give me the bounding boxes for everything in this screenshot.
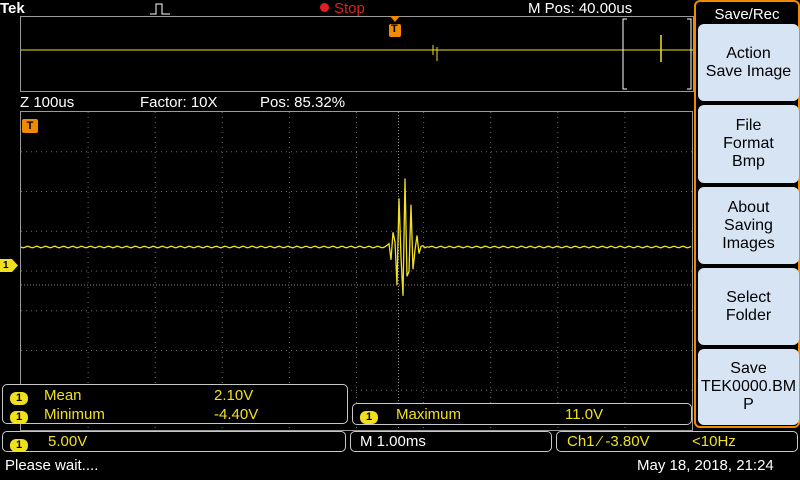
measurement-mean-badge: 1 [10, 388, 29, 406]
measurement-minimum-badge: 1 [10, 407, 29, 425]
zoom-position: Pos: 85.32% [260, 94, 346, 111]
channel-scale-badge: 1 [10, 435, 29, 453]
measurement-maximum-label: Maximum [396, 406, 462, 423]
trigger-marker-icon: T [22, 119, 38, 133]
measurement-maximum-badge: 1 [360, 407, 379, 425]
zoom-factor: Factor: 10X [140, 94, 218, 111]
record-overview [20, 16, 694, 92]
side-menu-title: Save/Rec [714, 6, 780, 23]
trigger-frequency: <10Hz [692, 433, 736, 450]
date-time: May 18, 2018, 21:24 [637, 457, 774, 474]
measurement-minimum-value: -4.40V [214, 406, 259, 423]
select-folder-button[interactable]: Select Folder [698, 268, 799, 345]
horizontal-position: M Pos: 40.00us [528, 0, 633, 17]
zoom-scale: Z 100us [20, 94, 75, 111]
brand-logo: Tek [0, 0, 25, 17]
channel-vertical-scale: 5.00V [48, 433, 88, 450]
measurement-mean-label: Mean [44, 387, 82, 404]
status-message: Please wait.... [5, 457, 99, 474]
measurement-minimum-label: Minimum [44, 406, 105, 423]
save-file-button[interactable]: Save TEK0000.BM P [698, 349, 799, 425]
stop-indicator-icon [320, 3, 329, 12]
trigger-level: Ch1 ⁄ -3.80V [567, 433, 650, 450]
about-saving-images-button[interactable]: About Saving Images [698, 187, 799, 264]
waveform-graticule[interactable] [20, 111, 693, 431]
trigger-position-marker: T [388, 16, 402, 38]
measurement-mean-value: 2.10V [214, 387, 254, 404]
channel1-ground-marker[interactable]: 1 [0, 259, 18, 272]
measurement-maximum-value: 11.0V [565, 406, 604, 423]
file-format-button[interactable]: File Format Bmp [698, 105, 799, 183]
trigger-status: Stop [334, 0, 365, 17]
horizontal-timebase: M 1.00ms [360, 433, 426, 450]
action-save-image-button[interactable]: Action Save Image [698, 24, 799, 101]
